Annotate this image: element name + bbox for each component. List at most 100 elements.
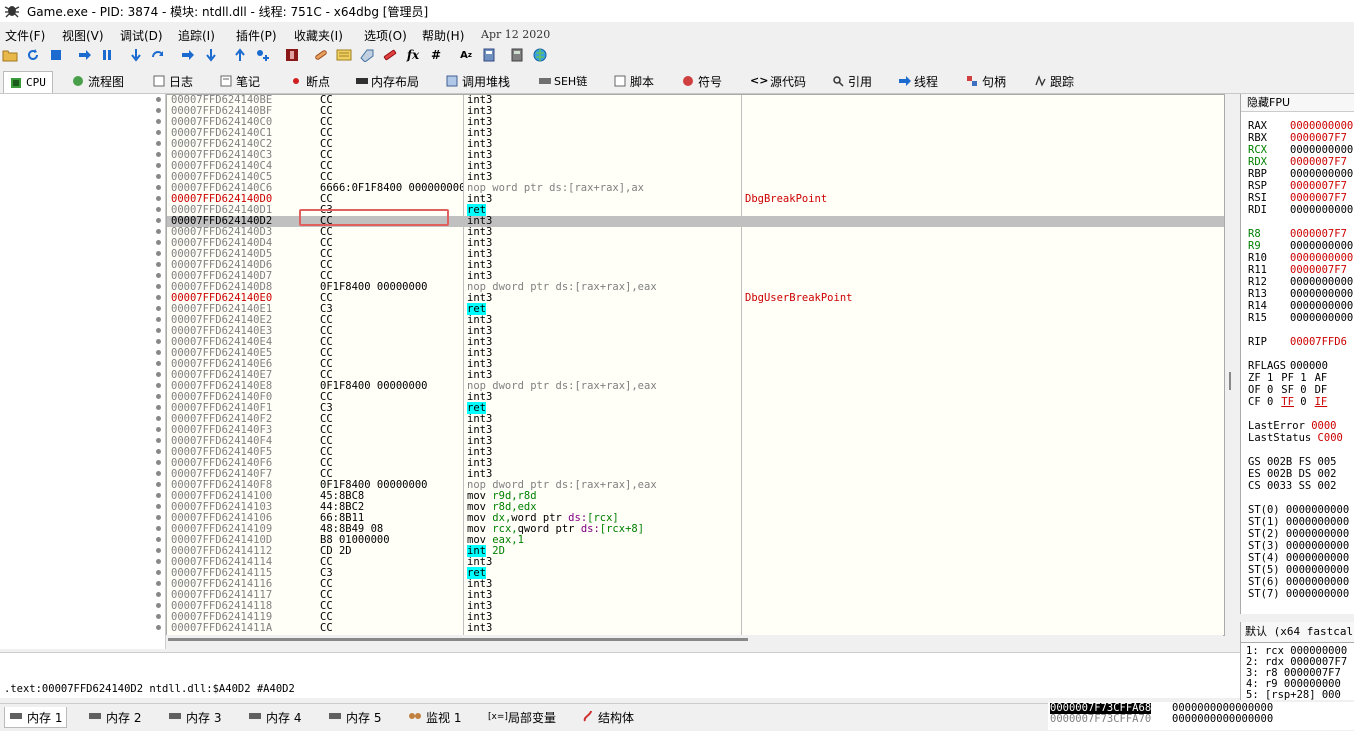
menu-plugins[interactable]: 插件(P) [236, 27, 277, 44]
breakpoint-dot[interactable] [156, 592, 161, 597]
tab-trace[interactable]: 跟踪 [1034, 71, 1074, 91]
register-row[interactable]: RDX 0000007F7 [1248, 156, 1347, 168]
tab-watch-1[interactable]: 监视 1 [408, 707, 461, 727]
breakpoint-dot[interactable] [156, 284, 161, 289]
disasm-row[interactable]: 00007FFD624140E8 0F1F8400 00000000 nop dwo… [167, 381, 1224, 392]
open-icon[interactable] [2, 47, 18, 63]
ttd-icon[interactable] [284, 47, 300, 63]
register-row[interactable]: RSI 0000007F7 [1248, 192, 1347, 204]
breakpoint-dot[interactable] [156, 537, 161, 542]
register-row[interactable]: RIP 00007FFD6 [1248, 336, 1347, 348]
disasm-row[interactable]: 00007FFD624140F1 C3 ret [167, 402, 1224, 414]
breakpoint-dot[interactable] [156, 251, 161, 256]
disasm-row[interactable]: 00007FFD62414116 CC int3 [167, 579, 1224, 590]
breakpoint-dot[interactable] [156, 196, 161, 201]
flag-value[interactable]: AF [1315, 372, 1328, 384]
tab-memory-map[interactable]: 内存布局 [355, 71, 419, 91]
breakpoint-dot[interactable] [156, 163, 161, 168]
flag-value[interactable]: ZF 1 [1248, 372, 1273, 384]
tab-dump-1[interactable]: 内存 1 [4, 707, 68, 728]
disasm-row[interactable]: 00007FFD624140F2 CC int3 [167, 414, 1224, 425]
disasm-row[interactable]: 00007FFD62414112 CD 2D int 2D [167, 545, 1224, 557]
flag-value[interactable]: TF 0 [1281, 396, 1306, 408]
disasm-row[interactable]: 00007FFD624140F7 CC int3 [167, 469, 1224, 480]
breakpoint-dot[interactable] [156, 614, 161, 619]
register-row[interactable]: R15 0000000000 [1248, 312, 1353, 324]
flag-value[interactable]: DF [1315, 384, 1328, 396]
menu-trace[interactable]: 追踪(I) [178, 27, 215, 44]
menu-help[interactable]: 帮助(H) [422, 27, 464, 44]
stop-icon[interactable] [48, 47, 64, 63]
flag-value[interactable]: IF [1315, 396, 1328, 408]
trace-into-icon[interactable] [180, 47, 196, 63]
run-icon[interactable] [77, 47, 93, 63]
stack-address[interactable]: 0000007F73CFFA70 [1050, 714, 1151, 725]
label-icon[interactable] [359, 47, 375, 63]
breakpoint-dot[interactable] [156, 328, 161, 333]
vertical-scrollbar[interactable] [1229, 372, 1231, 390]
disasm-row[interactable]: 00007FFD624140C4 CC int3 [167, 161, 1224, 172]
breakpoint-dot[interactable] [156, 526, 161, 531]
disasm-row[interactable]: 00007FFD624140C0 CC int3 [167, 117, 1224, 128]
disasm-row[interactable]: 00007FFD624140D5 CC int3 [167, 249, 1224, 260]
register-row[interactable]: RCX 0000000000 [1248, 144, 1353, 156]
breakpoint-dot[interactable] [156, 185, 161, 190]
pause-icon[interactable] [99, 47, 115, 63]
disasm-row[interactable]: 00007FFD624140E4 CC int3 [167, 337, 1224, 348]
disasm-row[interactable]: 00007FFD624140C2 CC int3 [167, 139, 1224, 150]
calculator-icon[interactable] [509, 47, 525, 63]
breakpoint-dot[interactable] [156, 273, 161, 278]
tab-symbols[interactable]: 符号 [682, 71, 722, 91]
breakpoint-dot[interactable] [156, 350, 161, 355]
disasm-row[interactable]: 00007FFD624140E5 CC int3 [167, 348, 1224, 359]
register-row[interactable]: R10 0000000000 [1248, 252, 1353, 264]
register-row[interactable]: RSP 0000007F7 [1248, 180, 1347, 192]
restart-icon[interactable] [25, 47, 41, 63]
hash-icon[interactable]: # [428, 47, 444, 63]
breakpoint-dot[interactable] [156, 108, 161, 113]
tab-locals[interactable]: [x=] 局部变量 [488, 707, 556, 727]
struct-icon[interactable] [481, 47, 497, 63]
calling-convention-select[interactable]: 默认 (x64 fastcall) [1241, 622, 1354, 643]
disasm-row[interactable]: 00007FFD624140D7 CC int3 [167, 271, 1224, 282]
disasm-row[interactable]: 00007FFD624140BE CC int3 [167, 95, 1224, 106]
breakpoint-dot[interactable] [156, 119, 161, 124]
breakpoint-dot[interactable] [156, 174, 161, 179]
register-row[interactable]: RFLAGS 000000 [1248, 360, 1328, 372]
breakpoint-dot[interactable] [156, 295, 161, 300]
register-row[interactable]: RBX 0000007F7 [1248, 132, 1347, 144]
comment-icon[interactable] [336, 47, 352, 63]
disasm-row[interactable]: 00007FFD624140D6 CC int3 [167, 260, 1224, 271]
breakpoint-dot[interactable] [156, 229, 161, 234]
register-row[interactable]: R8 0000007F7 [1248, 228, 1347, 240]
breakpoint-dot[interactable] [156, 559, 161, 564]
breakpoint-dot[interactable] [156, 97, 161, 102]
breakpoint-dot[interactable] [156, 306, 161, 311]
disasm-row[interactable]: 00007FFD624140E3 CC int3 [167, 326, 1224, 337]
disasm-row[interactable]: 00007FFD624140E2 CC int3 [167, 315, 1224, 326]
breakpoint-dot[interactable] [156, 449, 161, 454]
breakpoint-dot[interactable] [156, 460, 161, 465]
tab-graph[interactable]: 流程图 [72, 71, 124, 91]
register-row[interactable]: R12 0000000000 [1248, 276, 1353, 288]
breakpoint-dot[interactable] [156, 581, 161, 586]
breakpoint-dot[interactable] [156, 317, 161, 322]
disasm-row[interactable]: 00007FFD624140F0 CC int3 [167, 392, 1224, 403]
register-row[interactable]: RBP 0000000000 [1248, 168, 1353, 180]
register-row[interactable]: R11 0000007F7 [1248, 264, 1347, 276]
disasm-row[interactable]: 00007FFD624140C5 CC int3 [167, 172, 1224, 183]
tab-dump-2[interactable]: 内存 2 [88, 707, 141, 727]
font-icon[interactable]: Az [458, 47, 474, 63]
tab-source[interactable]: <> 源代码 [750, 71, 806, 91]
register-row[interactable]: R9 0000000000 [1248, 240, 1353, 252]
flag-value[interactable]: CF 0 [1248, 396, 1273, 408]
flag-value[interactable]: PF 1 [1281, 372, 1306, 384]
breakpoint-dot[interactable] [156, 427, 161, 432]
patch-icon[interactable] [313, 47, 329, 63]
breakpoint-dot[interactable] [156, 339, 161, 344]
register-row[interactable]: R14 0000000000 [1248, 300, 1353, 312]
breakpoint-dot[interactable] [156, 361, 161, 366]
bookmark-icon[interactable] [382, 47, 398, 63]
disasm-row[interactable]: 00007FFD62414103 44:8BC2 mov r8d,edx [167, 502, 1224, 513]
breakpoint-dot[interactable] [156, 372, 161, 377]
